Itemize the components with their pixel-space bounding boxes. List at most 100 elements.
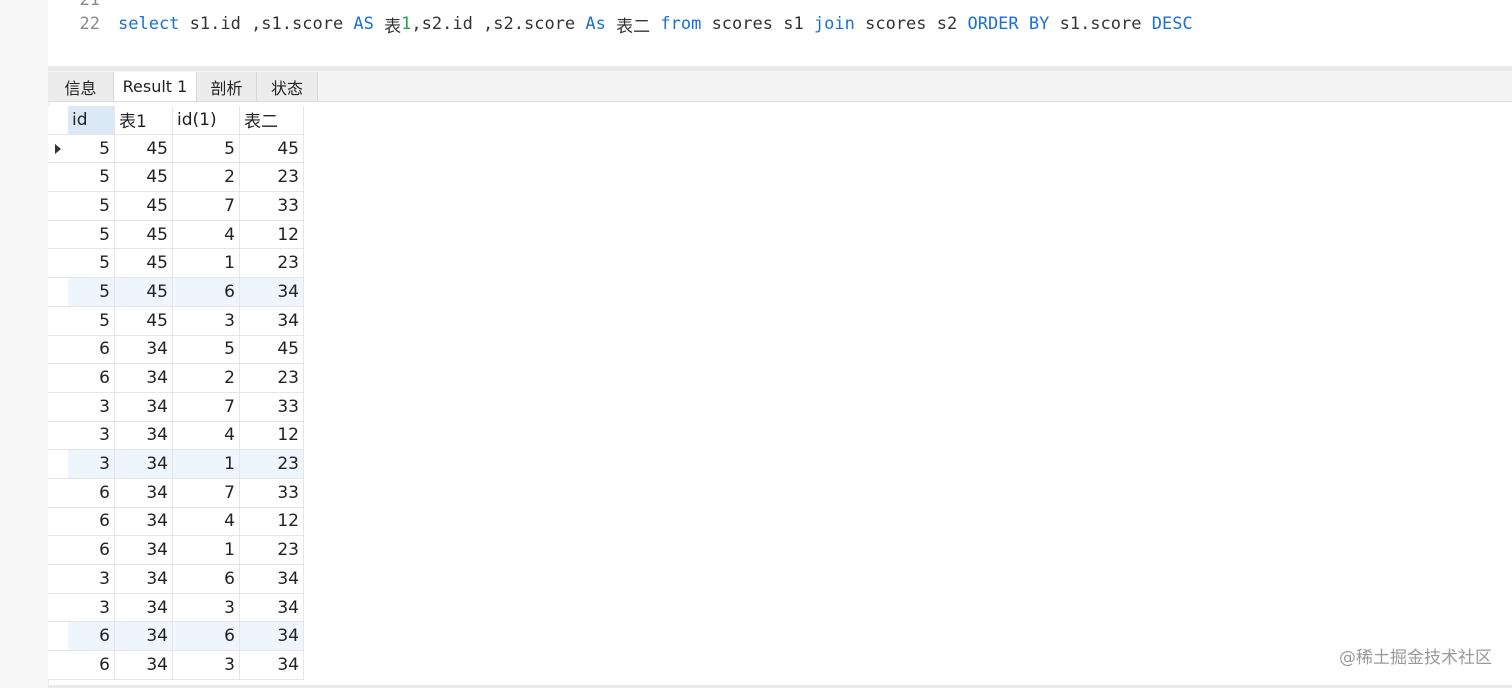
table-row[interactable]: 6 34 1 23 bbox=[48, 536, 304, 565]
table-cell[interactable]: 33 bbox=[240, 478, 304, 508]
table-cell[interactable]: 34 bbox=[240, 306, 304, 336]
table-cell[interactable]: 45 bbox=[115, 306, 173, 336]
table-cell[interactable]: 33 bbox=[240, 192, 304, 221]
row-indicator[interactable] bbox=[48, 392, 68, 422]
table-cell[interactable]: 6 bbox=[68, 478, 115, 508]
table-cell[interactable]: 5 bbox=[68, 134, 115, 164]
row-indicator[interactable] bbox=[48, 593, 68, 623]
table-cell[interactable]: 23 bbox=[240, 364, 304, 393]
table-cell[interactable]: 34 bbox=[115, 565, 173, 594]
tab-result-1[interactable]: Result 1 bbox=[114, 72, 197, 101]
table-row[interactable]: 5 45 2 23 bbox=[48, 163, 304, 193]
table-cell[interactable]: 1 bbox=[173, 249, 240, 279]
table-cell[interactable]: 34 bbox=[240, 565, 304, 594]
table-cell[interactable]: 5 bbox=[68, 163, 115, 193]
table-row[interactable]: 6 34 4 12 bbox=[48, 507, 304, 537]
table-cell[interactable]: 34 bbox=[115, 335, 173, 365]
table-cell[interactable]: 4 bbox=[173, 220, 240, 250]
table-cell[interactable]: 6 bbox=[173, 622, 240, 652]
table-cell[interactable]: 34 bbox=[115, 364, 173, 393]
row-indicator[interactable] bbox=[48, 421, 68, 451]
row-indicator[interactable] bbox=[48, 163, 68, 193]
table-cell[interactable]: 3 bbox=[173, 651, 240, 680]
tab-profile[interactable]: 剖析 bbox=[197, 72, 257, 101]
table-cell[interactable]: 4 bbox=[173, 421, 240, 451]
table-cell[interactable]: 3 bbox=[68, 421, 115, 451]
table-cell[interactable]: 5 bbox=[68, 220, 115, 250]
table-cell[interactable]: 34 bbox=[240, 651, 304, 680]
table-row[interactable]: 6 34 6 34 bbox=[48, 622, 304, 652]
table-cell[interactable]: 3 bbox=[68, 593, 115, 623]
table-cell[interactable]: 45 bbox=[240, 134, 304, 164]
table-row[interactable]: 5 45 4 12 bbox=[48, 220, 304, 250]
row-indicator[interactable] bbox=[48, 335, 68, 365]
table-cell[interactable]: 2 bbox=[173, 364, 240, 393]
table-cell[interactable]: 45 bbox=[115, 220, 173, 250]
table-cell[interactable]: 3 bbox=[68, 565, 115, 594]
table-cell[interactable]: 12 bbox=[240, 421, 304, 451]
table-cell[interactable]: 34 bbox=[115, 651, 173, 680]
table-cell[interactable]: 6 bbox=[68, 622, 115, 652]
table-cell[interactable]: 23 bbox=[240, 249, 304, 279]
tab-info[interactable]: 信息 bbox=[48, 72, 114, 101]
table-cell[interactable]: 1 bbox=[173, 450, 240, 479]
table-cell[interactable]: 1 bbox=[173, 536, 240, 565]
table-cell[interactable]: 7 bbox=[173, 478, 240, 508]
table-cell[interactable]: 34 bbox=[115, 392, 173, 422]
table-cell[interactable]: 12 bbox=[240, 220, 304, 250]
tab-status[interactable]: 状态 bbox=[257, 72, 318, 101]
table-cell[interactable]: 23 bbox=[240, 163, 304, 193]
table-row[interactable]: 3 34 3 34 bbox=[48, 593, 304, 623]
column-header[interactable]: id bbox=[68, 106, 115, 135]
table-row[interactable]: 3 34 6 34 bbox=[48, 565, 304, 594]
table-row[interactable]: 5 45 7 33 bbox=[48, 192, 304, 221]
row-indicator[interactable] bbox=[48, 192, 68, 221]
table-row[interactable]: 6 34 2 23 bbox=[48, 364, 304, 393]
table-row[interactable]: 5 45 3 34 bbox=[48, 306, 304, 336]
table-cell[interactable]: 7 bbox=[173, 192, 240, 221]
table-cell[interactable]: 6 bbox=[173, 565, 240, 594]
table-cell[interactable]: 5 bbox=[68, 192, 115, 221]
table-cell[interactable]: 6 bbox=[68, 364, 115, 393]
row-indicator[interactable] bbox=[48, 306, 68, 336]
table-cell[interactable]: 34 bbox=[115, 536, 173, 565]
table-cell[interactable]: 45 bbox=[115, 278, 173, 307]
table-cell[interactable]: 6 bbox=[173, 278, 240, 307]
table-cell[interactable]: 45 bbox=[115, 163, 173, 193]
column-header[interactable]: 表1 bbox=[115, 106, 173, 135]
row-indicator[interactable] bbox=[48, 507, 68, 537]
table-cell[interactable]: 34 bbox=[115, 507, 173, 537]
table-cell[interactable]: 3 bbox=[68, 392, 115, 422]
table-cell[interactable]: 34 bbox=[115, 478, 173, 508]
table-cell[interactable]: 34 bbox=[115, 450, 173, 479]
table-row[interactable]: 6 34 3 34 bbox=[48, 651, 304, 680]
table-cell[interactable]: 5 bbox=[68, 278, 115, 307]
table-cell[interactable]: 6 bbox=[68, 335, 115, 365]
row-indicator[interactable] bbox=[48, 651, 68, 680]
table-cell[interactable]: 6 bbox=[68, 536, 115, 565]
table-cell[interactable]: 7 bbox=[173, 392, 240, 422]
table-cell[interactable]: 45 bbox=[240, 335, 304, 365]
table-cell[interactable]: 5 bbox=[173, 335, 240, 365]
row-indicator[interactable] bbox=[48, 278, 68, 307]
table-row[interactable]: 6 34 7 33 bbox=[48, 478, 304, 508]
row-indicator[interactable] bbox=[48, 220, 68, 250]
table-row[interactable]: 5 45 1 23 bbox=[48, 249, 304, 279]
row-indicator[interactable] bbox=[48, 249, 68, 279]
table-row[interactable]: 3 34 4 12 bbox=[48, 421, 304, 451]
row-indicator[interactable] bbox=[48, 536, 68, 565]
result-grid[interactable]: id 表1 id(1) 表二 5 45 5 45 5 45 2 23 5 45 7 33 5 45 4 12 5 45 1 2… bbox=[48, 106, 304, 680]
table-cell[interactable]: 34 bbox=[115, 421, 173, 451]
table-row[interactable]: 3 34 7 33 bbox=[48, 392, 304, 422]
table-cell[interactable]: 6 bbox=[68, 651, 115, 680]
column-header[interactable]: 表二 bbox=[240, 106, 304, 135]
table-row[interactable]: 5 45 5 45 bbox=[48, 134, 304, 164]
table-row[interactable]: 6 34 5 45 bbox=[48, 335, 304, 365]
table-cell[interactable]: 34 bbox=[240, 622, 304, 652]
table-cell[interactable]: 5 bbox=[68, 306, 115, 336]
table-cell[interactable]: 23 bbox=[240, 536, 304, 565]
row-indicator[interactable] bbox=[48, 134, 68, 164]
table-cell[interactable]: 5 bbox=[68, 249, 115, 279]
table-cell[interactable]: 33 bbox=[240, 392, 304, 422]
table-cell[interactable]: 45 bbox=[115, 192, 173, 221]
